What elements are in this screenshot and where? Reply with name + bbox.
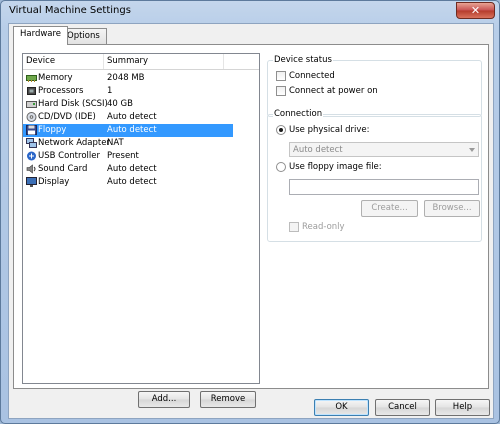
device-summary: NAT: [107, 138, 124, 148]
virtual-machine-settings-window: Virtual Machine Settings ✕ Hardware Opti…: [0, 0, 500, 424]
device-summary: 40 GB: [107, 99, 133, 109]
display-icon: [26, 177, 37, 187]
device-name: Display: [38, 177, 70, 187]
device-summary: Auto detect: [107, 112, 157, 122]
use-physical-drive-label[interactable]: Use physical drive:: [289, 125, 370, 135]
add-button[interactable]: Add...: [138, 391, 190, 408]
dialog-client-area: Hardware Options Device Summary Memory 2…: [8, 23, 494, 419]
browse-button-label: Browse...: [432, 203, 472, 213]
cancel-button-label: Cancel: [388, 402, 417, 412]
connected-checkbox[interactable]: [276, 71, 286, 81]
help-button[interactable]: Help: [435, 399, 490, 416]
hard-disk-icon: [26, 99, 37, 109]
device-list-header: Device Summary: [23, 54, 259, 70]
device-name: Sound Card: [38, 164, 88, 174]
browse-button[interactable]: Browse...: [424, 200, 480, 217]
tab-hardware[interactable]: Hardware: [13, 26, 69, 45]
device-summary: Present: [107, 151, 139, 161]
close-icon: ✕: [470, 4, 481, 17]
physical-drive-value: Auto detect: [293, 145, 343, 155]
device-summary: Auto detect: [107, 125, 157, 135]
device-row-network-adapter[interactable]: Network Adapter NAT: [23, 137, 233, 150]
device-row-floppy[interactable]: Floppy Auto detect: [23, 124, 233, 137]
tab-hardware-label: Hardware: [20, 29, 62, 39]
connection-group: Connection Use physical drive: Auto dete…: [267, 109, 482, 242]
column-divider: [103, 54, 104, 69]
device-name: Network Adapter: [38, 138, 110, 148]
help-button-label: Help: [452, 402, 473, 412]
device-summary: Auto detect: [107, 177, 157, 187]
use-floppy-image-label[interactable]: Use floppy image file:: [289, 162, 382, 172]
ok-button-label: OK: [335, 402, 348, 412]
connect-at-power-on-label[interactable]: Connect at power on: [289, 86, 378, 96]
remove-button-label: Remove: [210, 394, 246, 404]
device-summary: 1: [107, 86, 113, 96]
title-bar[interactable]: Virtual Machine Settings ✕: [1, 1, 499, 21]
memory-icon: [26, 73, 37, 83]
hardware-tab-page: Device Summary Memory 2048 MB Processors…: [13, 44, 489, 408]
cancel-button[interactable]: Cancel: [375, 399, 430, 416]
device-name: Processors: [38, 86, 84, 96]
create-button-label: Create...: [371, 203, 408, 213]
device-name: Hard Disk (SCSI): [38, 99, 108, 109]
floppy-image-file-input[interactable]: [289, 179, 479, 195]
tab-options-label: Options: [67, 31, 100, 41]
device-row-display[interactable]: Display Auto detect: [23, 176, 233, 189]
floppy-icon: [26, 125, 37, 135]
close-button[interactable]: ✕: [456, 2, 495, 19]
usb-controller-icon: [26, 151, 37, 161]
device-name: CD/DVD (IDE): [38, 112, 96, 122]
create-button[interactable]: Create...: [361, 200, 418, 217]
connected-label[interactable]: Connected: [289, 71, 335, 81]
summary-column-header[interactable]: Summary: [107, 56, 148, 66]
device-row-processors[interactable]: Processors 1: [23, 85, 233, 98]
connection-title: Connection: [273, 109, 324, 119]
connect-at-power-on-checkbox[interactable]: [276, 86, 286, 96]
cd-dvd-icon: [26, 112, 37, 122]
device-summary: 2048 MB: [107, 73, 145, 83]
device-row-cd-dvd[interactable]: CD/DVD (IDE) Auto detect: [23, 111, 233, 124]
use-physical-drive-radio[interactable]: [276, 125, 286, 135]
read-only-checkbox[interactable]: [289, 222, 299, 232]
device-status-title: Device status: [273, 55, 333, 65]
sound-card-icon: [26, 164, 37, 174]
device-row-hard-disk[interactable]: Hard Disk (SCSI) 40 GB: [23, 98, 233, 111]
network-adapter-icon: [26, 138, 37, 148]
device-summary: Auto detect: [107, 164, 157, 174]
radio-selected-dot: [279, 128, 283, 132]
column-divider: [223, 54, 224, 69]
physical-drive-select[interactable]: Auto detect: [289, 142, 479, 157]
device-name: Floppy: [38, 125, 67, 135]
device-name: USB Controller: [38, 151, 100, 161]
device-column-header[interactable]: Device: [26, 56, 55, 66]
device-row-memory[interactable]: Memory 2048 MB: [23, 72, 233, 85]
window-title: Virtual Machine Settings: [9, 5, 131, 16]
add-button-label: Add...: [151, 394, 177, 404]
remove-button[interactable]: Remove: [200, 391, 256, 408]
device-row-usb-controller[interactable]: USB Controller Present: [23, 150, 233, 163]
use-floppy-image-radio[interactable]: [276, 162, 286, 172]
device-name: Memory: [38, 73, 73, 83]
ok-button[interactable]: OK: [314, 399, 369, 416]
read-only-label[interactable]: Read-only: [302, 222, 345, 232]
device-list[interactable]: Device Summary Memory 2048 MB Processors…: [22, 53, 260, 384]
chevron-down-icon: [469, 148, 475, 152]
device-row-sound-card[interactable]: Sound Card Auto detect: [23, 163, 233, 176]
processor-icon: [26, 86, 37, 96]
